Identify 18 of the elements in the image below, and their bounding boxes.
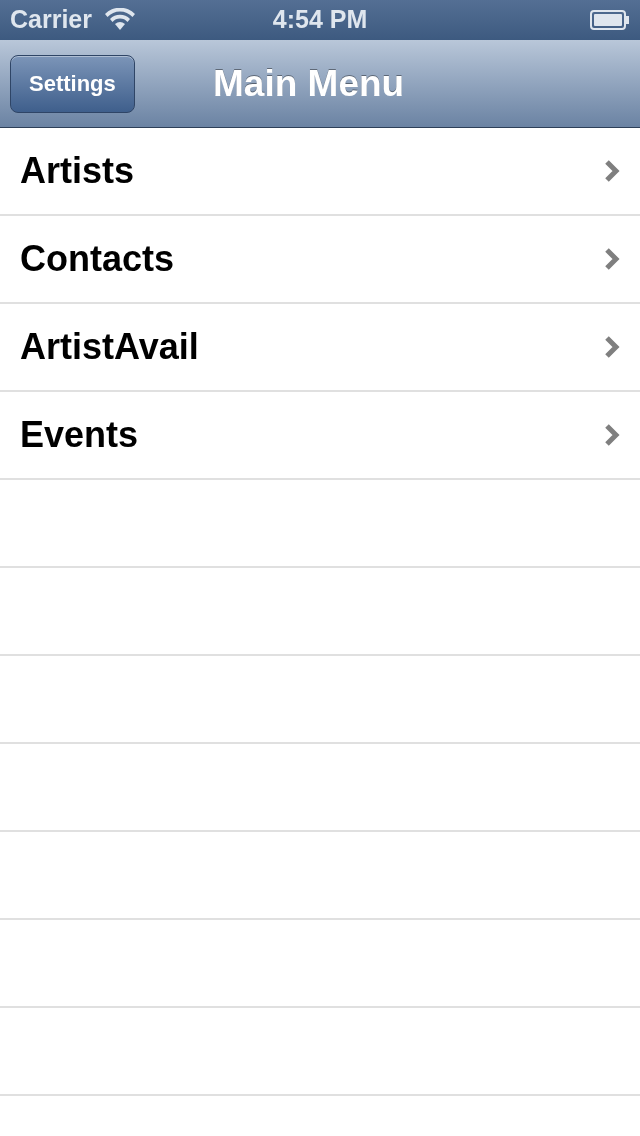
wifi-icon: [104, 8, 136, 32]
page-title: Main Menu: [213, 61, 405, 106]
menu-row[interactable]: Events: [0, 392, 640, 480]
chevron-icon: [604, 335, 620, 359]
battery-icon: [590, 10, 630, 30]
chevron-icon: [604, 159, 620, 183]
menu-row[interactable]: ArtistAvail: [0, 304, 640, 392]
time-label: 4:54 PM: [272, 4, 368, 36]
chevron-icon: [604, 247, 620, 271]
menu-label: ArtistAvail: [20, 325, 199, 369]
chevron-icon: [604, 423, 620, 447]
menu-row[interactable]: Artists: [0, 128, 640, 216]
menu-label: Contacts: [20, 237, 175, 281]
carrier-label: Carrier: [10, 4, 92, 36]
menu-row[interactable]: Contacts: [0, 216, 640, 304]
settings-button[interactable]: Settings: [10, 54, 135, 113]
menu-label: Artists: [20, 149, 135, 193]
menu-label: Events: [20, 413, 139, 457]
